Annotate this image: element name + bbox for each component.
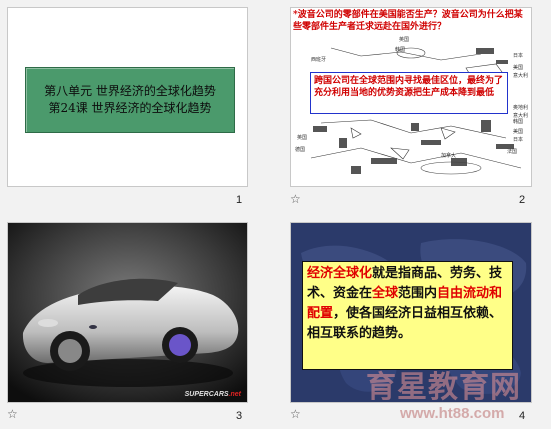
title-line-1: 第八单元 世界经济的全球化趋势: [44, 84, 216, 98]
country-label: 西班牙: [311, 57, 327, 63]
country-label: 美国: [513, 129, 524, 135]
site-watermark-url: www.ht88.com: [400, 405, 505, 422]
country-label: 美国: [513, 65, 524, 71]
site-watermark: 育星教育网: [366, 370, 521, 405]
title-box: 第八单元 世界经济的全球化趋势 第24课 世界经济的全球化趋势: [25, 67, 235, 133]
country-label: 英国: [399, 37, 410, 43]
definition-box: 经济全球化就是指商品、劳务、技术、资金在全球范围内自由流动和配置，使各国经济日益…: [302, 261, 513, 370]
slide-thumbnail-2[interactable]: *波音公司的零部件在美国能否生产？波音公司为什么把某些零部件生产者迁求远赴在国外…: [290, 7, 532, 187]
car-photo: [8, 223, 247, 402]
title-line-2: 第24课 世界经济的全球化趋势: [48, 101, 212, 115]
slide-thumbnail-3[interactable]: SUPERCARS.net: [7, 222, 248, 403]
star-icon[interactable]: ☆: [290, 192, 301, 206]
slide-number-3: 3: [236, 410, 243, 422]
star-icon[interactable]: ☆: [7, 407, 18, 421]
question-text: *波音公司的零部件在美国能否生产？波音公司为什么把某些零部件生产者迁求远赴在国外…: [293, 10, 523, 32]
country-label: 日本: [513, 137, 524, 143]
star-icon[interactable]: ☆: [290, 407, 301, 421]
slide-number-2: 2: [519, 194, 526, 206]
country-label: 意大利: [513, 73, 529, 79]
country-label: 韩国: [395, 47, 406, 53]
slide-number-4: 4: [519, 410, 526, 422]
supercars-logo: SUPERCARS.net: [184, 391, 241, 398]
country-label: 奥地利: [513, 105, 529, 111]
country-label: 加拿大: [441, 153, 457, 159]
country-label: 日本: [513, 53, 524, 59]
country-label: 意大利: [513, 113, 529, 119]
country-label: 韩国: [513, 119, 524, 125]
country-label: 德国: [295, 147, 306, 153]
country-label: 英国: [297, 135, 308, 141]
slide-thumbnail-1[interactable]: 第八单元 世界经济的全球化趋势 第24课 世界经济的全球化趋势: [7, 7, 248, 187]
answer-box: 跨国公司在全球范围内寻找最佳区位，最终为了充分利用当地的优势资源把生产成本降到最…: [310, 72, 508, 114]
country-label: 法国: [507, 149, 518, 155]
slide-number-1: 1: [236, 194, 243, 206]
